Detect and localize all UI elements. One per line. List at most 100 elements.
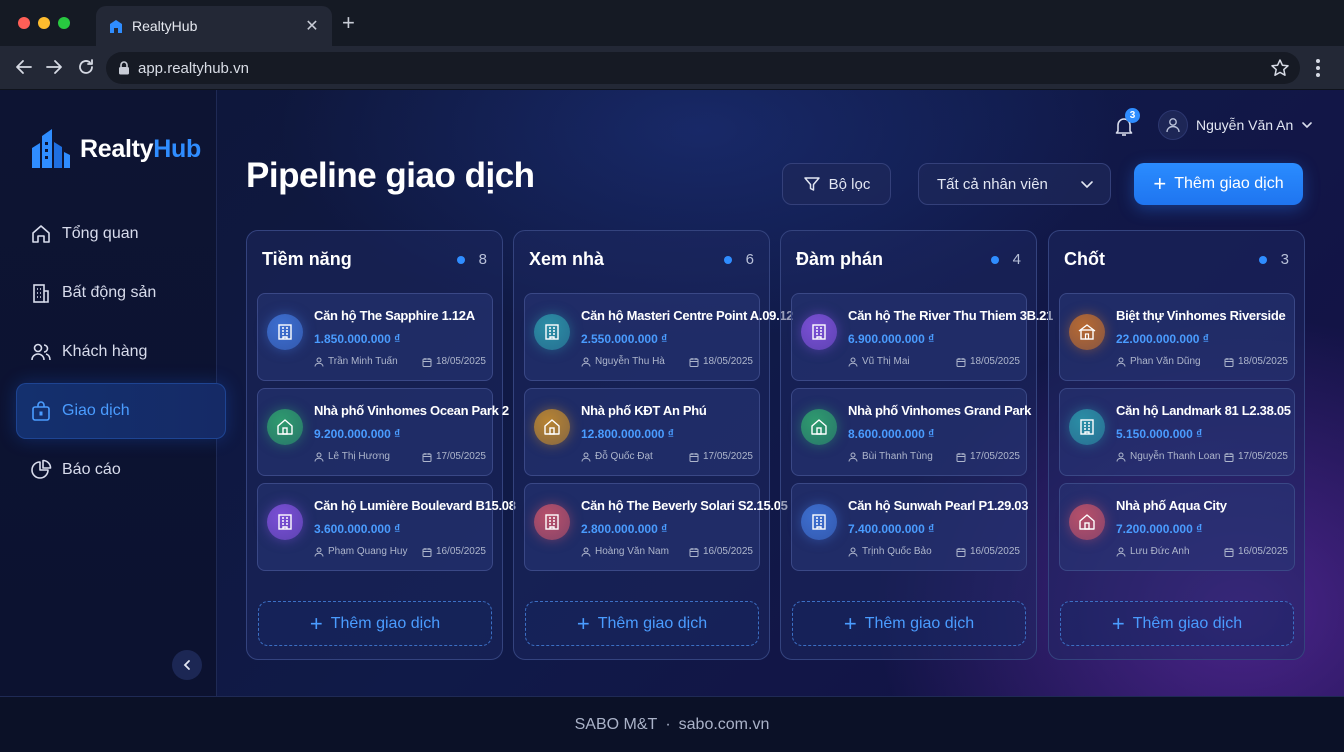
plus-icon: + [1111, 610, 1125, 636]
deal-card[interactable]: Nhà phố Vinhomes Ocean Park 2 9.200.000.0… [257, 388, 509, 476]
column-count: 3 [1258, 251, 1289, 268]
deal-price: 22.000.000.000 ₫ [1116, 332, 1209, 346]
back-icon[interactable] [13, 56, 35, 78]
forward-icon[interactable] [43, 56, 65, 78]
deal-card[interactable]: Căn hộ The Sapphire 1.12A 1.850.000.000 ₫… [257, 293, 493, 381]
user-menu[interactable]: Nguyễn Văn An [1158, 110, 1313, 140]
lock-icon [119, 61, 129, 75]
count-dot-icon [456, 255, 465, 264]
deal-agent-name: Nguyễn Thanh Loan [1130, 451, 1221, 462]
browser-menu-icon[interactable] [1308, 57, 1328, 79]
chevron-down-icon [1302, 122, 1313, 129]
deal-card[interactable]: Căn hộ Lumière Boulevard B15.08 3.600.000… [257, 483, 516, 571]
column-add-label: Thêm giao dịch [597, 614, 708, 632]
filter-button-label: Bộ lọc [828, 175, 871, 193]
deal-card[interactable]: Nhà phố Vinhomes Grand Park 8.600.000.000… [791, 388, 1031, 476]
person-icon [1116, 547, 1126, 557]
deal-card[interactable]: Nhà phố Aqua City 7.200.000.000 ₫ Lưu Đức … [1059, 483, 1295, 571]
deal-date-value: 17/05/2025 [969, 451, 1020, 462]
sidebar-item-overview[interactable]: Tổng quan [16, 206, 226, 262]
pipeline-column: Đàm phán 4 Căn hộ The River Thu Thiem 3B.2… [780, 230, 1053, 660]
deal-price: 1.850.000.000 ₫ [314, 332, 401, 346]
collapse-sidebar-button[interactable] [172, 650, 202, 680]
calendar-icon [1224, 357, 1234, 367]
sidebar-item-customers[interactable]: Khách hàng [16, 324, 226, 380]
url-text: app.realtyhub.vn [138, 59, 249, 77]
column-add-transaction-button[interactable]: + Thêm giao dịch [792, 601, 1026, 646]
logo-text-realty: Realty [80, 134, 154, 163]
deal-meta: Trịnh Quốc Bảo 16/05/2025 [848, 546, 1020, 557]
deal-date: 16/05/2025 [1224, 546, 1288, 557]
deal-date: 16/05/2025 [956, 546, 1020, 557]
column-header: Chốt 3 [1064, 249, 1289, 270]
deal-date: 17/05/2025 [422, 451, 486, 462]
deal-agent-name: Vũ Thị Mai [862, 356, 910, 367]
person-icon [1116, 357, 1126, 367]
column-count: 4 [990, 251, 1021, 268]
apartment-icon [801, 504, 837, 540]
sidebar-item-reports[interactable]: Báo cáo [16, 442, 226, 498]
deal-agent-name: Bùi Thanh Tùng [862, 451, 933, 462]
deal-meta: Phan Văn Dũng 18/05/2025 [1116, 356, 1288, 367]
deal-date: 18/05/2025 [689, 356, 753, 367]
column-add-transaction-button[interactable]: + Thêm giao dịch [258, 601, 492, 646]
deal-title: Căn hộ The Sapphire 1.12A [314, 308, 475, 323]
staff-select[interactable]: Tất cả nhân viên [918, 163, 1111, 205]
close-window-button[interactable] [18, 17, 30, 29]
url-field[interactable]: app.realtyhub.vn [106, 52, 1300, 84]
new-tab-button[interactable]: + [342, 11, 355, 35]
sidebar-item-transactions[interactable]: Giao dịch [16, 383, 226, 439]
column-add-transaction-button[interactable]: + Thêm giao dịch [525, 601, 759, 646]
deal-meta: Hoàng Văn Nam 16/05/2025 [581, 546, 753, 557]
deal-agent-name: Lưu Đức Anh [1130, 546, 1190, 557]
person-icon [848, 547, 858, 557]
staff-select-value: Tất cả nhân viên [937, 175, 1048, 193]
deal-meta: Nguyễn Thanh Loan 17/05/2025 [1116, 451, 1288, 462]
deal-date: 18/05/2025 [422, 356, 486, 367]
sidebar-item-properties[interactable]: Bất động sản [16, 265, 226, 321]
deal-card[interactable]: Căn hộ Masteri Centre Point A.09.12 2.550… [524, 293, 794, 381]
deal-price: 9.200.000.000 ₫ [314, 427, 401, 441]
apartment-icon [801, 314, 837, 350]
deal-date: 17/05/2025 [956, 451, 1020, 462]
deal-agent: Đỗ Quốc Đạt [581, 451, 653, 462]
tab-close-icon[interactable]: ✕ [304, 16, 320, 36]
filter-button[interactable]: Bộ lọc [782, 163, 891, 205]
calendar-icon [1224, 452, 1234, 462]
deal-card[interactable]: Căn hộ Landmark 81 L2.38.05 5.150.000.000… [1059, 388, 1295, 476]
apartment-icon [1069, 409, 1105, 445]
deal-date-value: 18/05/2025 [435, 356, 486, 367]
deal-card[interactable]: Nhà phố KĐT An Phú 12.800.000.000 ₫ Đỗ Quố… [524, 388, 760, 476]
footer-website[interactable]: sabo.com.vn [679, 716, 770, 734]
reload-icon[interactable] [75, 56, 97, 78]
column-count: 6 [723, 251, 754, 268]
column-count-value: 3 [1280, 251, 1289, 268]
deal-title: Căn hộ Masteri Centre Point A.09.12 [581, 308, 794, 323]
person-icon [1116, 452, 1126, 462]
deal-title: Nhà phố KĐT An Phú [581, 403, 707, 418]
add-transaction-button[interactable]: + Thêm giao dịch [1134, 163, 1303, 205]
browser-tab[interactable]: RealtyHub ✕ [96, 6, 332, 46]
sidebar-nav: Tổng quan Bất động sản Khách hàng Giao d… [16, 206, 226, 501]
deal-agent: Phan Văn Dũng [1116, 356, 1201, 367]
column-title: Tiềm năng [262, 249, 352, 269]
deal-price: 5.150.000.000 ₫ [1116, 427, 1203, 441]
logo-text-hub: Hub [153, 134, 201, 163]
maximize-window-button[interactable] [58, 17, 70, 29]
address-bar: app.realtyhub.vn [0, 46, 1344, 90]
deal-card[interactable]: Căn hộ The Beverly Solari S2.15.05 2.800.… [524, 483, 788, 571]
bookmark-star-icon[interactable] [1270, 58, 1290, 78]
apartment-icon [534, 504, 570, 540]
deal-card[interactable]: Căn hộ Sunwah Pearl P1.29.03 7.400.000.00… [791, 483, 1028, 571]
logo[interactable]: RealtyHub [30, 128, 201, 170]
deal-agent: Lê Thị Hương [314, 451, 390, 462]
column-add-transaction-button[interactable]: + Thêm giao dịch [1060, 601, 1294, 646]
sidebar-item-label: Giao dịch [62, 402, 130, 419]
apartment-icon [534, 314, 570, 350]
deal-card[interactable]: Căn hộ The River Thu Thiem 3B.21 6.900.00… [791, 293, 1053, 381]
deal-title: Biệt thự Vinhomes Riverside [1116, 308, 1286, 323]
deal-agent: Trần Minh Tuấn [314, 356, 398, 367]
deal-meta: Nguyễn Thu Hà 18/05/2025 [581, 356, 753, 367]
minimize-window-button[interactable] [38, 17, 50, 29]
deal-card[interactable]: Biệt thự Vinhomes Riverside 22.000.000.00… [1059, 293, 1295, 381]
